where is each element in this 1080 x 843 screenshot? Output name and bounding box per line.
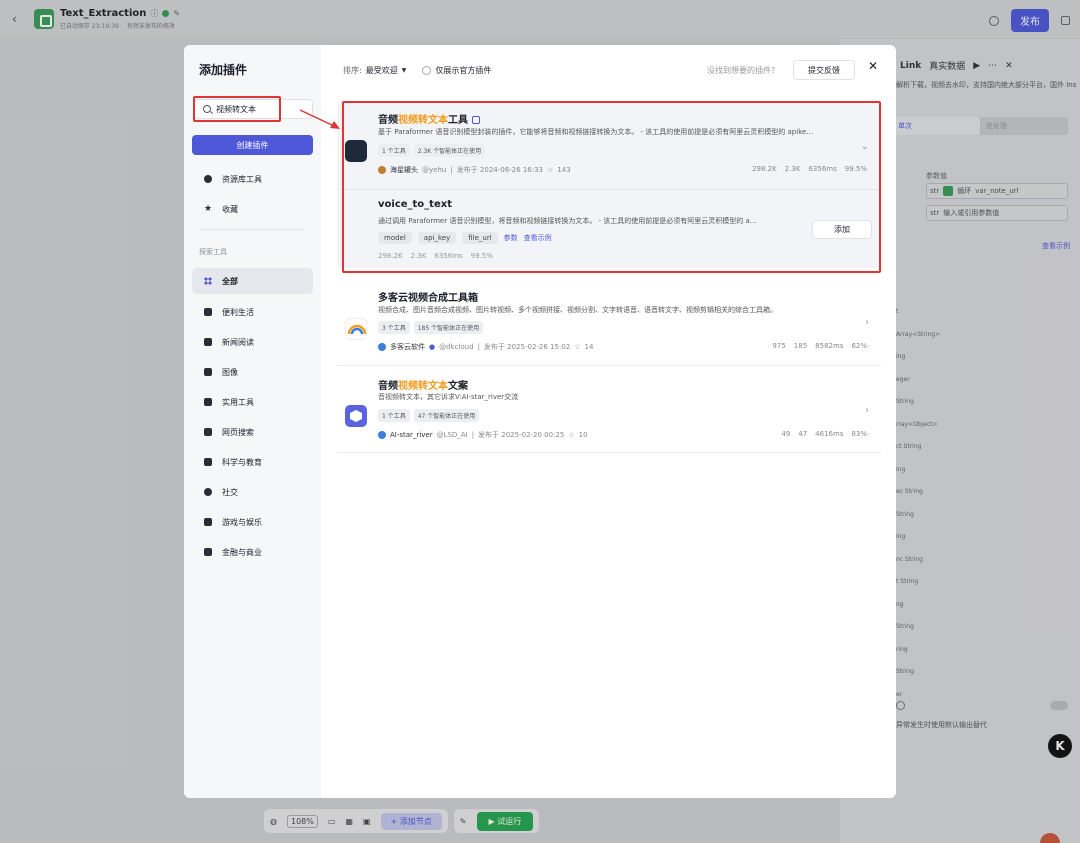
result-highlight-box <box>342 101 881 273</box>
sidebar-item-science[interactable]: 科学与教育 <box>192 449 313 475</box>
wrench-icon <box>204 398 212 406</box>
calls-stat: 975 <box>772 342 786 350</box>
sort-bar: 排序: 最受欢迎 ▼ 仅展示官方插件 <box>343 65 491 76</box>
list-divider <box>337 365 881 366</box>
sidebar-item-finance[interactable]: 金融与商业 <box>192 539 313 565</box>
plugin-name-part: 文案 <box>448 381 468 392</box>
plugin-name: 多客云视频合成工具箱 <box>378 289 478 304</box>
usage-tag: 47 个智能体正在使用 <box>413 409 480 422</box>
author-handle: @LSD_AI <box>436 431 468 439</box>
caret-down-icon[interactable]: ▼ <box>402 67 407 74</box>
sidebar-item-label: 社交 <box>222 487 238 497</box>
person-icon <box>204 175 212 183</box>
chevron-right-icon[interactable]: › <box>865 317 869 328</box>
plugin-description: 音视频转文本，其它诉求V:AI-star_river交流 <box>378 393 519 401</box>
sidebar-item-label: 金融与商业 <box>222 547 262 557</box>
feedback-button[interactable]: 提交反馈 <box>793 60 855 80</box>
sidebar-item-label: 全部 <box>222 276 238 286</box>
plugin-name-part: 音频 <box>378 381 398 392</box>
sidebar-item-label: 便利生活 <box>222 307 254 317</box>
publish-date: 发布于 2025-02-26 15:02 <box>483 343 571 351</box>
modal-title: 添加插件 <box>199 63 248 77</box>
cap-icon <box>204 458 212 466</box>
verified-icon: ● <box>429 343 436 351</box>
gamepad-icon <box>204 518 212 526</box>
sidebar-item-favorites[interactable]: ★ 收藏 <box>192 196 313 222</box>
tool-count-tag: 3 个工具 <box>378 321 410 334</box>
sort-label: 排序: <box>343 66 362 75</box>
grid-icon <box>204 277 212 285</box>
plugin-icon <box>345 405 367 427</box>
sidebar-item-social[interactable]: 社交 <box>192 479 313 505</box>
usage-tag: 185 个智能体正在使用 <box>413 321 484 334</box>
create-plugin-button[interactable]: 创建插件 <box>192 135 313 155</box>
sort-select[interactable]: 最受欢迎 <box>366 65 398 76</box>
plugin-sidebar: 添加插件 视频转文本 创建插件 资源库工具 ★ 收藏 探索工具 全部 便利生活 … <box>184 45 321 798</box>
sidebar-item-news[interactable]: 新闻阅读 <box>192 329 313 355</box>
sidebar-item-label: 新闻阅读 <box>222 337 254 347</box>
star-icon[interactable]: ☆ <box>568 431 574 439</box>
bots-stat: 47 <box>798 430 808 438</box>
close-icon[interactable]: ✕ <box>868 59 878 73</box>
calls-stat: 49 <box>781 430 791 438</box>
sidebar-item-label: 收藏 <box>222 204 239 214</box>
sidebar-item-label: 网页搜索 <box>222 427 254 437</box>
author-avatar <box>378 343 386 351</box>
star-count: 14 <box>584 343 594 351</box>
list-divider <box>337 452 881 453</box>
author-name[interactable]: AI-star_river <box>390 431 433 439</box>
sidebar-item-games[interactable]: 游戏与娱乐 <box>192 509 313 535</box>
star-icon[interactable]: ☆ <box>574 343 580 351</box>
sidebar-item-convenience[interactable]: 便利生活 <box>192 299 313 325</box>
author-name[interactable]: 多客云软件 <box>390 342 425 352</box>
cup-icon <box>204 308 212 316</box>
official-only-label[interactable]: 仅展示官方插件 <box>435 65 491 76</box>
cross-icon <box>204 428 212 436</box>
author-handle: @dkcloud <box>439 343 474 351</box>
sidebar-item-label: 科学与教育 <box>222 457 262 467</box>
chevron-right-icon[interactable]: › <box>865 405 869 416</box>
book-icon <box>204 338 212 346</box>
success-rate-stat: 83% <box>851 430 867 438</box>
sidebar-item-utilities[interactable]: 实用工具 <box>192 389 313 415</box>
plugin-name-highlight: 视频转文本 <box>398 381 448 392</box>
official-only-radio[interactable] <box>422 66 432 75</box>
publish-date: 发布于 2025-02-20 00:25 <box>478 431 565 439</box>
tool-count-tag: 1 个工具 <box>378 409 410 422</box>
sidebar-item-web-search[interactable]: 网页搜索 <box>192 419 313 445</box>
plugin-name-part: 多客云视频合成工具箱 <box>378 293 478 304</box>
missing-plugin-text: 没找到想要的插件? <box>707 66 776 75</box>
author-avatar <box>378 431 386 439</box>
star-count: 10 <box>578 431 588 439</box>
image-icon <box>204 368 212 376</box>
sidebar-item-library-tools[interactable]: 资源库工具 <box>192 166 313 192</box>
sidebar-item-label: 实用工具 <box>222 397 254 407</box>
sidebar-item-all[interactable]: 全部 <box>192 268 313 294</box>
search-highlight-box <box>193 96 281 122</box>
plugin-card[interactable]: 多客云视频合成工具箱 视频合成、图片音频合成视频、图片转视频、多个视频拼接、视频… <box>337 281 881 361</box>
plugin-icon <box>345 318 367 340</box>
explore-section-label: 探索工具 <box>199 248 227 256</box>
coins-icon <box>204 548 212 556</box>
latency-stat: 4616ms <box>815 430 844 438</box>
latency-stat: 8582ms <box>815 342 844 350</box>
sidebar-divider <box>199 229 304 230</box>
plugin-name: 音频视频转文本文案 <box>378 377 468 392</box>
plugin-card[interactable]: 音频视频转文本文案 音视频转文本，其它诉求V:AI-star_river交流 1… <box>337 369 881 449</box>
plugin-description: 视频合成、图片音频合成视频、图片转视频、多个视频拼接、视频分割、文字转语音、语音… <box>378 306 777 314</box>
sidebar-item-label: 游戏与娱乐 <box>222 517 262 527</box>
sidebar-item-image[interactable]: 图像 <box>192 359 313 385</box>
bots-stat: 185 <box>793 342 808 350</box>
chat-icon <box>204 488 212 496</box>
sidebar-item-label: 资源库工具 <box>222 174 262 184</box>
star-icon: ★ <box>204 204 213 214</box>
success-rate-stat: 62% <box>851 342 867 350</box>
sidebar-item-label: 图像 <box>222 367 238 377</box>
